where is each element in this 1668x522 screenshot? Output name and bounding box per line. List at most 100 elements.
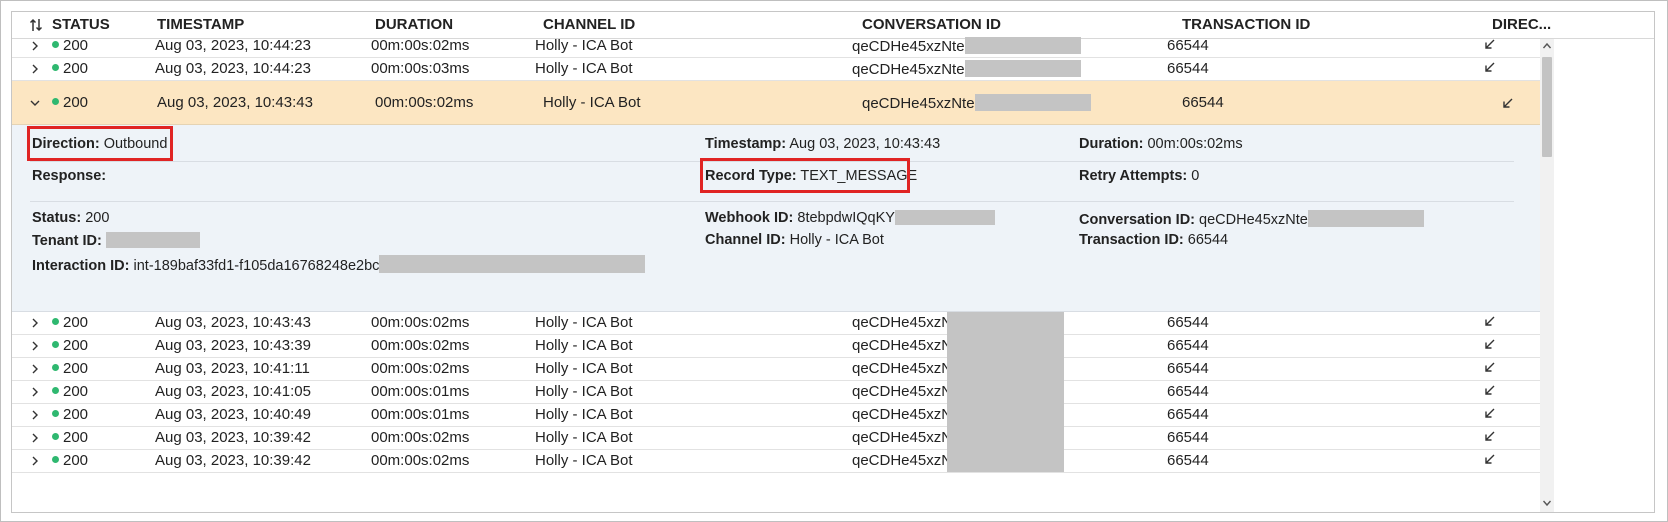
- timestamp-cell: Aug 03, 2023, 10:43:43: [157, 94, 313, 111]
- records-table: STATUS TIMESTAMP DURATION CHANNEL ID CON…: [11, 11, 1655, 513]
- conversation-id-field: Conversation ID: qeCDHe45xzNte: [1079, 210, 1424, 228]
- status-value: 200: [63, 406, 89, 423]
- duration-cell: 00m:00s:02ms: [371, 360, 470, 377]
- status-cell: 200: [52, 314, 88, 331]
- timestamp-cell: Aug 03, 2023, 10:41:05: [155, 383, 311, 400]
- column-header-conversation-id[interactable]: CONVERSATION ID: [862, 16, 1001, 33]
- interaction-id-field: Interaction ID: int-189baf33fd1-f105da16…: [32, 255, 646, 274]
- status-cell: 200: [52, 452, 88, 469]
- response-field: Response:: [32, 168, 106, 184]
- status-dot: [52, 41, 59, 48]
- duration-cell: 00m:00s:03ms: [371, 60, 470, 77]
- transaction-id-field: Transaction ID: 66544: [1079, 232, 1228, 248]
- conversation-cell: qeCDHe45xzNte: [862, 94, 1091, 112]
- redaction-block: [1307, 210, 1424, 227]
- column-header-direction[interactable]: DIREC...: [1492, 16, 1551, 33]
- transaction-cell: 66544: [1167, 337, 1209, 354]
- timestamp-cell: Aug 03, 2023, 10:39:42: [155, 452, 311, 469]
- expanded-table-row[interactable]: 200 Aug 03, 2023, 10:43:43 00m:00s:02ms …: [12, 81, 1542, 125]
- table-row[interactable]: 200 Aug 03, 2023, 10:43:43 00m:00s:02ms …: [12, 312, 1542, 335]
- timestamp-cell: Aug 03, 2023, 10:43:43: [155, 314, 311, 331]
- sort-arrows-icon[interactable]: [29, 17, 43, 33]
- webhook-id-label: Webhook ID:: [705, 210, 794, 226]
- chevron-right-icon[interactable]: [30, 41, 40, 51]
- webhook-id-value: 8tebpdwIQqKY: [797, 210, 895, 226]
- table-row[interactable]: 200 Aug 03, 2023, 10:41:11 00m:00s:02ms …: [12, 358, 1542, 381]
- redaction-block: [964, 37, 1081, 54]
- conversation-id-label: Conversation ID:: [1079, 212, 1196, 228]
- timestamp-label: Timestamp:: [705, 136, 787, 152]
- column-header-transaction-id[interactable]: TRANSACTION ID: [1182, 16, 1310, 33]
- arrow-down-left-icon: [1485, 362, 1495, 372]
- channel-cell: Holly - ICA Bot: [535, 360, 633, 377]
- chevron-right-icon[interactable]: [30, 410, 40, 420]
- chevron-right-icon[interactable]: [30, 456, 40, 466]
- app-frame: STATUS TIMESTAMP DURATION CHANNEL ID CON…: [0, 0, 1668, 522]
- column-header-channel-id[interactable]: CHANNEL ID: [543, 16, 635, 33]
- channel-cell: Holly - ICA Bot: [535, 406, 633, 423]
- status-dot: [52, 433, 59, 440]
- status-cell: 200: [52, 94, 88, 111]
- status-dot: [52, 98, 59, 105]
- table-row[interactable]: 200 Aug 03, 2023, 10:44:23 00m:00s:02ms …: [12, 35, 1542, 58]
- channel-id-value: Holly - ICA Bot: [789, 232, 884, 248]
- status-value: 200: [63, 94, 89, 111]
- status-value: 200: [63, 337, 89, 354]
- column-header-timestamp[interactable]: TIMESTAMP: [157, 16, 244, 33]
- conversation-id-value: qeCDHe45xzNte: [1199, 212, 1308, 228]
- status-cell: 200: [52, 429, 88, 446]
- channel-cell: Holly - ICA Bot: [535, 337, 633, 354]
- scroll-up-icon[interactable]: [1543, 42, 1551, 50]
- chevron-right-icon[interactable]: [30, 364, 40, 374]
- status-value: 200: [63, 60, 89, 77]
- duration-cell: 00m:00s:02ms: [375, 94, 474, 111]
- table-row[interactable]: 200 Aug 03, 2023, 10:44:23 00m:00s:03ms …: [12, 58, 1542, 81]
- vertical-scrollbar[interactable]: [1540, 39, 1554, 512]
- status-value: 200: [63, 360, 89, 377]
- status-cell: 200: [52, 383, 88, 400]
- timestamp-cell: Aug 03, 2023, 10:44:23: [155, 37, 311, 54]
- chevron-right-icon[interactable]: [30, 64, 40, 74]
- scrollbar-thumb[interactable]: [1542, 57, 1552, 157]
- status-cell: 200: [52, 406, 88, 423]
- duration-cell: 00m:00s:02ms: [371, 37, 470, 54]
- column-header-status[interactable]: STATUS: [52, 16, 110, 33]
- status-dot: [52, 456, 59, 463]
- channel-cell: Holly - ICA Bot: [535, 383, 633, 400]
- table-row[interactable]: 200 Aug 03, 2023, 10:40:49 00m:00s:01ms …: [12, 404, 1542, 427]
- status-label: Status:: [32, 210, 82, 226]
- chevron-right-icon[interactable]: [30, 433, 40, 443]
- timestamp-cell: Aug 03, 2023, 10:39:42: [155, 429, 311, 446]
- redaction-block: [964, 60, 1081, 77]
- scroll-down-icon[interactable]: [1543, 499, 1551, 507]
- status-dot: [52, 410, 59, 417]
- column-header-duration[interactable]: DURATION: [375, 16, 453, 33]
- chevron-right-icon[interactable]: [30, 341, 40, 351]
- table-row[interactable]: 200 Aug 03, 2023, 10:39:42 00m:00s:02ms …: [12, 427, 1542, 450]
- chevron-down-icon[interactable]: [30, 98, 40, 108]
- transaction-cell: 66544: [1167, 406, 1209, 423]
- status-cell: 200: [52, 360, 88, 377]
- arrow-down-left-icon: [1485, 431, 1495, 441]
- timestamp-field: Timestamp: Aug 03, 2023, 10:43:43: [705, 136, 940, 152]
- table-row[interactable]: 200 Aug 03, 2023, 10:43:39 00m:00s:02ms …: [12, 335, 1542, 358]
- tenant-id-field: Tenant ID:: [32, 232, 200, 249]
- transaction-cell: 66544: [1167, 360, 1209, 377]
- redaction-block: [379, 255, 646, 273]
- status-value: 200: [63, 429, 89, 446]
- table-row[interactable]: 200 Aug 03, 2023, 10:39:42 00m:00s:02ms …: [12, 450, 1542, 473]
- status-field: Status: 200: [32, 210, 109, 226]
- status-dot: [52, 364, 59, 371]
- conversation-value: qeCDHe45xzNte: [852, 61, 965, 78]
- interaction-id-value: int-189baf33fd1-f105da16768248e2bc: [133, 258, 380, 274]
- transaction-cell: 66544: [1182, 94, 1224, 111]
- channel-cell: Holly - ICA Bot: [535, 314, 633, 331]
- channel-id-label: Channel ID:: [705, 232, 786, 248]
- chevron-right-icon[interactable]: [30, 318, 40, 328]
- table-row[interactable]: 200 Aug 03, 2023, 10:41:05 00m:00s:01ms …: [12, 381, 1542, 404]
- status-dot: [52, 64, 59, 71]
- table-row-partial[interactable]: [12, 473, 1542, 496]
- channel-id-field: Channel ID: Holly - ICA Bot: [705, 232, 884, 248]
- chevron-right-icon[interactable]: [30, 387, 40, 397]
- status-value: 200: [63, 314, 89, 331]
